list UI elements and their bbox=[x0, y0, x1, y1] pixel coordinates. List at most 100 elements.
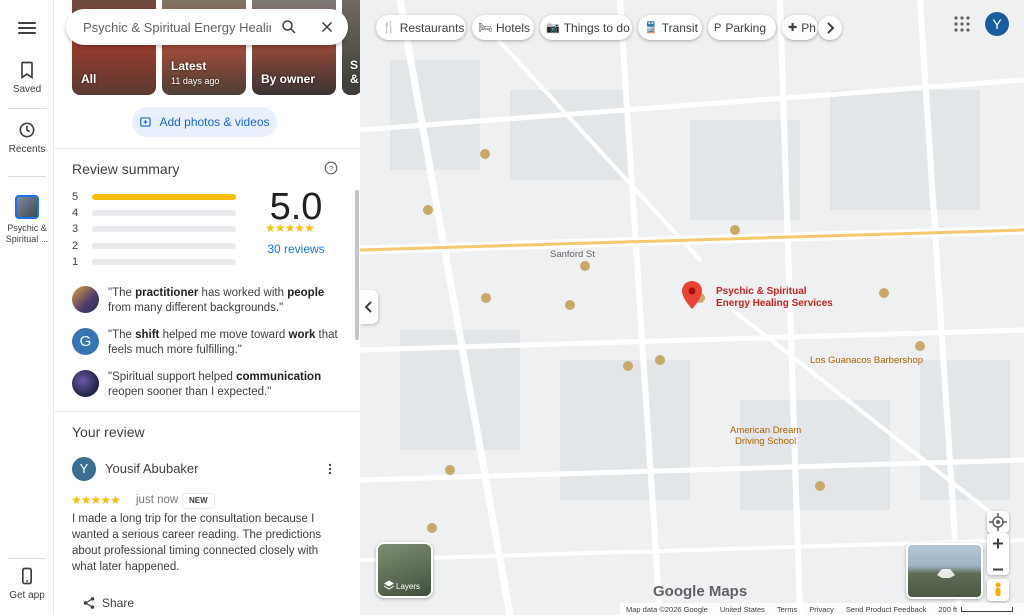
review-snippet[interactable]: G "The shift helped me move toward work … bbox=[72, 328, 342, 362]
rating-bar-track bbox=[92, 210, 236, 216]
rail-divider bbox=[8, 558, 46, 559]
more-vertical-icon[interactable] bbox=[323, 462, 337, 476]
add-photos-button[interactable]: Add photos & videos bbox=[132, 107, 277, 137]
recents-button[interactable]: Recents bbox=[0, 120, 54, 155]
history-icon bbox=[19, 122, 35, 138]
new-badge: NEW bbox=[182, 493, 215, 509]
side-rail: Saved Recents Psychic & Spiritual ... Ge… bbox=[0, 0, 54, 615]
chips-scroll-right-button[interactable] bbox=[818, 16, 842, 40]
collapse-panel-button[interactable] bbox=[360, 290, 378, 324]
review-time: just now bbox=[136, 494, 179, 506]
privacy-link[interactable]: Privacy bbox=[809, 605, 834, 614]
photo-tile-sublabel: 11 days ago bbox=[171, 76, 220, 86]
photo-tile-label: All bbox=[81, 72, 97, 86]
search-icon[interactable] bbox=[280, 18, 298, 36]
chip-restaurants[interactable]: 🍴 Restaurants bbox=[376, 15, 466, 40]
review-stars: ★★★★★ bbox=[71, 493, 121, 507]
chip-label: Ph bbox=[801, 20, 816, 35]
share-label: Share bbox=[102, 596, 135, 610]
review-snippet-text: "The shift helped me move toward work th… bbox=[108, 329, 338, 356]
selected-place-label[interactable]: Psychic & Spiritual Energy Healing Servic… bbox=[716, 286, 833, 310]
chevron-left-icon bbox=[364, 301, 372, 313]
rating-bar-row[interactable]: 5 bbox=[72, 190, 242, 204]
layers-button[interactable]: Layers bbox=[376, 542, 433, 598]
feedback-link[interactable]: Send Product Feedback bbox=[846, 605, 926, 614]
selected-place-pin-icon[interactable] bbox=[682, 281, 702, 309]
street-view-thumbnail[interactable] bbox=[906, 543, 983, 599]
transit-icon: 🚆 bbox=[644, 22, 658, 34]
rating-bar-row[interactable]: 3 bbox=[72, 222, 242, 236]
country-link[interactable]: United States bbox=[720, 605, 765, 614]
reviewer-avatar bbox=[72, 370, 99, 397]
saved-button[interactable]: Saved bbox=[0, 60, 54, 95]
review-snippet[interactable]: "Spiritual support helped communication … bbox=[72, 370, 342, 404]
rating-bar-fill bbox=[92, 194, 236, 200]
chip-transit[interactable]: 🚆 Transit bbox=[638, 15, 702, 40]
zoom-controls bbox=[987, 533, 1009, 575]
bookmark-icon bbox=[21, 61, 33, 80]
reviewer-avatar: G bbox=[72, 328, 99, 355]
chip-label: Restaurants bbox=[399, 20, 465, 35]
rating-bar-label: 3 bbox=[72, 223, 79, 235]
share-icon bbox=[83, 597, 95, 609]
review-snippet-text: "Spiritual support helped communication … bbox=[108, 371, 322, 398]
chip-ph[interactable]: ✚ Ph bbox=[782, 15, 818, 40]
review-snippet[interactable]: "The practitioner has worked with people… bbox=[72, 286, 342, 320]
pharmacy-icon: ✚ bbox=[788, 22, 798, 34]
help-icon[interactable]: ? bbox=[324, 161, 338, 175]
get-app-button[interactable]: Get app bbox=[0, 566, 54, 601]
get-app-label: Get app bbox=[9, 590, 45, 601]
search-box bbox=[66, 9, 348, 45]
recent-place-label: Psychic & Spiritual ... bbox=[5, 223, 49, 244]
close-icon[interactable] bbox=[318, 18, 336, 36]
reviews-count-link[interactable]: 30 reviews bbox=[261, 242, 331, 256]
svg-text:?: ? bbox=[329, 164, 333, 173]
user-name: Yousif Abubaker bbox=[105, 461, 199, 476]
zoom-in-icon[interactable] bbox=[987, 533, 1009, 554]
scale-label[interactable]: 200 ft bbox=[938, 605, 957, 614]
chip-label: Parking bbox=[725, 20, 767, 35]
place-label[interactable]: Los Guanacos Barbershop bbox=[810, 355, 923, 366]
layers-icon bbox=[383, 580, 395, 590]
average-rating-stars: ★★★★★ bbox=[265, 221, 315, 235]
add-photos-label: Add photos & videos bbox=[159, 115, 270, 129]
scale-bar bbox=[961, 606, 1014, 612]
apps-grid-icon[interactable] bbox=[954, 16, 970, 32]
chevron-right-icon bbox=[827, 22, 835, 34]
photo-tile-label: By owner bbox=[261, 72, 316, 86]
photo-tile-more[interactable]: S & bbox=[342, 0, 360, 95]
chip-label: Hotels bbox=[495, 20, 530, 35]
phone-icon bbox=[22, 567, 32, 585]
chip-things-to-do[interactable]: 📷 Things to do bbox=[540, 15, 632, 40]
parking-icon: P bbox=[714, 21, 722, 34]
rating-bar-row[interactable]: 1 bbox=[72, 255, 242, 269]
rail-divider bbox=[8, 176, 46, 177]
recent-place-thumbnail bbox=[15, 195, 39, 219]
place-label[interactable]: American Dream Driving School bbox=[730, 425, 801, 447]
recent-place-button[interactable]: Psychic & Spiritual ... bbox=[0, 195, 54, 245]
zoom-out-icon[interactable] bbox=[987, 559, 1009, 580]
rating-bar-label: 4 bbox=[72, 207, 79, 219]
restaurant-icon: 🍴 bbox=[382, 22, 396, 34]
photo-tile-label: S & bbox=[350, 58, 359, 86]
chip-hotels[interactable]: 🛏 Hotels bbox=[472, 15, 534, 40]
terms-link[interactable]: Terms bbox=[777, 605, 797, 614]
rating-bar-row[interactable]: 4 bbox=[72, 206, 242, 220]
account-avatar[interactable]: Y bbox=[985, 12, 1009, 36]
my-location-button[interactable] bbox=[987, 511, 1009, 533]
street-label: Sanford St bbox=[550, 249, 595, 260]
share-button[interactable]: Share bbox=[72, 590, 144, 615]
rating-bar-row[interactable]: 2 bbox=[72, 239, 242, 253]
menu-icon[interactable] bbox=[15, 16, 39, 40]
search-input[interactable] bbox=[83, 17, 271, 37]
panel-scrollbar[interactable] bbox=[355, 190, 359, 340]
chip-parking[interactable]: P Parking bbox=[708, 15, 776, 40]
rating-bar-label: 5 bbox=[72, 191, 79, 203]
rating-bar-track bbox=[92, 259, 236, 265]
chip-label: Transit bbox=[661, 20, 698, 35]
recents-label: Recents bbox=[8, 144, 46, 155]
camera-icon: 📷 bbox=[546, 22, 560, 34]
map-data-attribution: Map data ©2026 Google bbox=[626, 604, 708, 614]
rating-bar-label: 1 bbox=[72, 256, 79, 268]
pegman-button[interactable] bbox=[987, 579, 1009, 601]
